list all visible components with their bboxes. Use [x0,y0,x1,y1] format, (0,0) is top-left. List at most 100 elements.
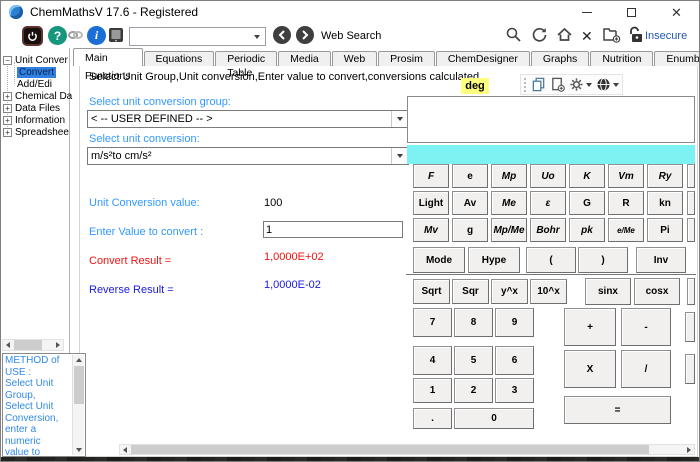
calc-button-kn[interactable]: kn [647,191,683,215]
tab-periodic-table[interactable]: Periodic Table [215,51,278,79]
method-vertical-scrollbar[interactable] [72,355,84,455]
calc-button-x[interactable]: X [564,350,616,388]
stop-x-icon[interactable]: ✕ [581,28,593,45]
calc-button-e-me[interactable]: e/Me [608,218,644,242]
calc-button-blank[interactable]: ( [526,247,576,273]
calc-button-y-x[interactable]: y^x [491,279,528,304]
calc-button-av[interactable]: Av [452,191,488,215]
calc-button-clipped[interactable] [687,191,695,215]
tab-graphs[interactable]: Graphs [530,51,590,66]
chevron-down-icon[interactable] [391,148,408,164]
tree-item-convert[interactable]: Convert [14,66,57,78]
scroll-right-arrow-icon[interactable] [53,340,63,350]
scroll-right-arrow-icon[interactable] [684,445,694,454]
tree-item-spreadshee[interactable]: + Spreadshee [3,126,69,138]
calc-button-g[interactable]: G [569,191,605,215]
calc-button-clipped[interactable] [687,218,695,242]
scroll-left-arrow-icon[interactable] [120,445,130,454]
calc-button-e[interactable]: e [452,164,488,188]
tree-item-data-files[interactable]: + Data Files [3,102,60,114]
calc-button-2[interactable]: 2 [454,378,493,403]
calc-button-f[interactable]: F [413,164,449,188]
tree-horizontal-scrollbar[interactable] [2,339,64,351]
expand-icon[interactable]: + [3,103,12,113]
tab-equations[interactable]: Equations [143,51,215,66]
unit-group-combobox[interactable]: < -- USER DEFINED -- > [87,110,409,128]
web-dropdown[interactable] [596,77,619,92]
calc-button-uo[interactable]: Uo [530,164,566,188]
calc-button-k[interactable]: K [569,164,605,188]
unit-conversion-combobox[interactable]: m/s²to cm/s² [87,147,409,165]
calc-button-pk[interactable]: pk [569,218,605,242]
help-icon[interactable]: ? [48,26,67,45]
calc-button-0[interactable]: 0 [454,408,534,429]
calc-button-clipped[interactable] [687,164,695,188]
calc-button-1[interactable]: 1 [413,378,452,403]
calc-button-sqrt[interactable]: Sqrt [413,279,450,304]
calc-button-mv[interactable]: Mv [413,218,449,242]
degree-mode-badge[interactable]: deg [461,78,489,94]
scroll-thumb[interactable] [14,340,42,350]
scroll-thumb[interactable] [131,445,649,454]
calc-button-pi[interactable]: Pi [647,218,683,242]
calc-button-bohr[interactable]: Bohr [530,218,566,242]
home-icon[interactable] [556,26,573,43]
tab-nutrition[interactable]: Nutrition [590,51,654,66]
calc-button-blank[interactable]: ) [578,247,628,273]
copy-icon[interactable] [531,77,546,92]
calc-button-mode[interactable]: Mode [413,247,465,273]
expand-icon[interactable]: − [3,55,12,65]
tab-main-functions[interactable]: Main Functions [73,48,143,82]
tablet-icon[interactable] [107,26,125,44]
tab-media[interactable]: Media [278,51,331,66]
expand-icon[interactable]: + [3,91,12,101]
calc-button-blank[interactable]: ε [530,191,566,215]
calc-button-8[interactable]: 8 [454,308,493,337]
calc-button-g[interactable]: g [452,218,488,242]
expand-icon[interactable]: + [3,115,12,125]
tab-web[interactable]: Web [331,51,378,66]
calc-button-r[interactable]: R [608,191,644,215]
main-horizontal-scrollbar[interactable] [119,444,695,455]
enter-value-input[interactable] [263,221,403,238]
maximize-button[interactable] [609,1,654,23]
link-icon[interactable] [66,26,84,44]
calc-button-ry[interactable]: Ry [647,164,683,188]
calc-button-blank[interactable]: . [413,408,452,429]
tab-prosim[interactable]: Prosim [378,51,435,66]
calc-button-3[interactable]: 3 [495,378,534,403]
tab-chemdesigner[interactable]: ChemDesigner [435,51,530,66]
minimize-button[interactable] [564,1,609,23]
new-folder-icon[interactable] [602,26,621,43]
power-icon[interactable] [22,26,43,46]
tree-item-unit-conver[interactable]: − Unit Conver [3,54,68,66]
toolbar-combobox[interactable] [129,27,266,46]
calc-button-10-x[interactable]: 10^x [530,279,567,304]
tree-item-chemical-da[interactable]: + Chemical Da [3,90,72,102]
calc-button-clipped[interactable] [685,354,695,384]
calc-button-blank[interactable]: / [621,350,671,388]
unlock-icon[interactable] [628,26,643,43]
calc-button-vm[interactable]: Vm [608,164,644,188]
calc-button-clipped[interactable] [687,278,695,305]
calc-button-7[interactable]: 7 [413,308,452,337]
back-icon[interactable] [273,26,291,44]
scroll-thumb[interactable] [73,366,84,404]
calc-button-inv[interactable]: Inv [636,247,686,273]
scroll-down-arrow-icon[interactable] [73,445,84,455]
search-icon[interactable] [505,26,522,43]
calc-button-5[interactable]: 5 [454,346,493,375]
chevron-down-icon[interactable] [391,111,408,127]
calc-button-light[interactable]: Light [413,191,449,215]
expand-icon[interactable]: + [3,127,12,137]
tree-item-information[interactable]: + Information [3,114,65,126]
calc-button-6[interactable]: 6 [495,346,534,375]
scroll-left-arrow-icon[interactable] [3,340,13,350]
calc-button-me[interactable]: Me [491,191,527,215]
calc-button-9[interactable]: 9 [495,308,534,337]
calc-button-blank[interactable]: = [564,396,671,424]
close-button[interactable]: ✕ [654,1,699,23]
scroll-up-arrow-icon[interactable] [73,355,84,365]
refresh-icon[interactable] [531,26,548,43]
calc-button-mp[interactable]: Mp [491,164,527,188]
